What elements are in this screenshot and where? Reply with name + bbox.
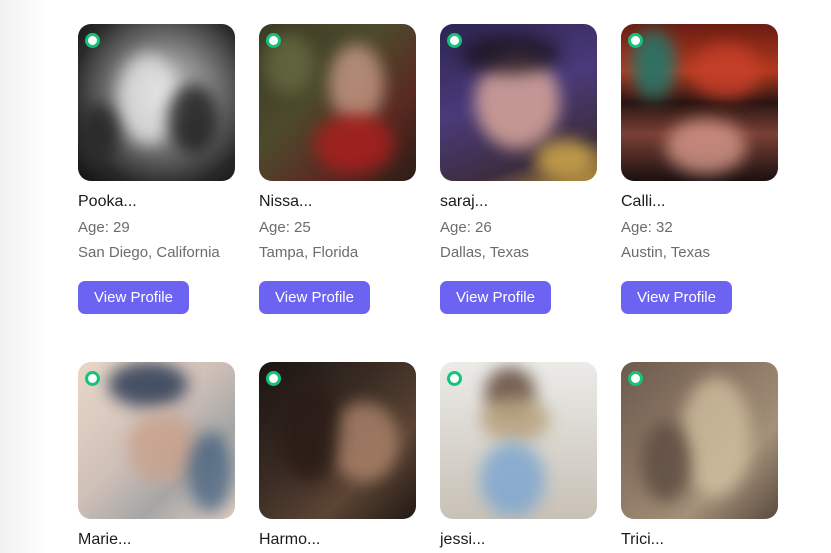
profile-name[interactable]: Nissa... [259, 193, 312, 211]
profile-age: Age: 26 [440, 219, 492, 236]
profile-photo[interactable] [440, 362, 597, 519]
view-profile-button[interactable]: View Profile [621, 281, 732, 314]
profile-name[interactable]: saraj... [440, 193, 488, 211]
profile-location: Austin, Texas [621, 244, 710, 261]
profile-age: Age: 29 [78, 219, 130, 236]
profile-photo[interactable] [440, 24, 597, 181]
profile-name[interactable]: Pooka... [78, 193, 137, 211]
profile-name[interactable]: Trici... [621, 531, 664, 549]
profile-location: San Diego, California [78, 244, 220, 261]
profile-photo[interactable] [78, 362, 235, 519]
profile-photo[interactable] [78, 24, 235, 181]
view-profile-button[interactable]: View Profile [78, 281, 189, 314]
view-profile-button[interactable]: View Profile [440, 281, 551, 314]
profile-name[interactable]: Calli... [621, 193, 665, 211]
profile-photo[interactable] [621, 24, 778, 181]
online-status-icon [266, 371, 281, 386]
online-status-icon [85, 33, 100, 48]
profile-age: Age: 25 [259, 219, 311, 236]
online-status-icon [447, 33, 462, 48]
online-status-icon [628, 371, 643, 386]
profile-name[interactable]: Harmo... [259, 531, 320, 549]
profile-location: Dallas, Texas [440, 244, 529, 261]
view-profile-button[interactable]: View Profile [259, 281, 370, 314]
profile-name[interactable]: jessi... [440, 531, 485, 549]
profile-photo[interactable] [621, 362, 778, 519]
online-status-icon [85, 371, 100, 386]
profile-age: Age: 32 [621, 219, 673, 236]
profile-photo[interactable] [259, 24, 416, 181]
online-status-icon [266, 33, 281, 48]
profile-location: Tampa, Florida [259, 244, 359, 261]
profile-photo[interactable] [259, 362, 416, 519]
profile-name[interactable]: Marie... [78, 531, 131, 549]
online-status-icon [628, 33, 643, 48]
page-edge-shadow [0, 0, 48, 553]
online-status-icon [447, 371, 462, 386]
